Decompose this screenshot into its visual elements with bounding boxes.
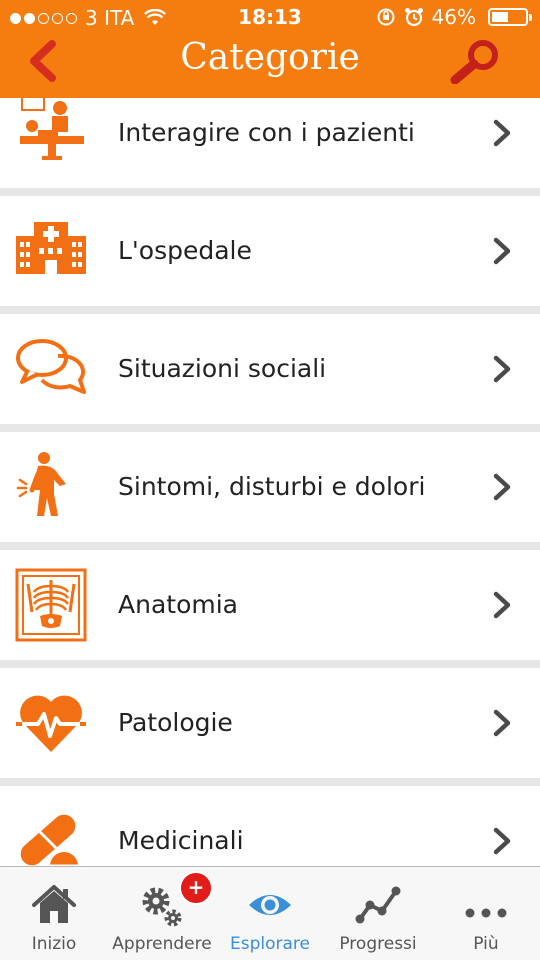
tab-label: Esplorare <box>230 934 310 954</box>
search-button[interactable] <box>446 38 506 84</box>
category-row-interagire[interactable]: Interagire con i pazienti <box>0 98 540 188</box>
chevron-right-icon <box>493 827 511 855</box>
alarm-icon <box>404 8 423 27</box>
category-label: Anatomia <box>118 590 238 619</box>
category-list: Interagire con i pazienti L'ospedale Sit… <box>0 98 540 866</box>
category-label: L'ospedale <box>118 236 252 265</box>
chevron-right-icon <box>493 709 511 737</box>
hospital-building-icon <box>16 222 86 274</box>
category-label: Situazioni sociali <box>118 354 327 383</box>
category-row-situazioni-sociali[interactable]: Situazioni sociali <box>0 314 540 424</box>
category-label: Interagire con i pazienti <box>118 118 415 147</box>
notification-badge: + <box>179 871 213 905</box>
progress-chart-icon <box>355 886 401 924</box>
category-row-anatomia[interactable]: Anatomia <box>0 550 540 660</box>
person-pain-icon <box>16 452 66 516</box>
battery-percent: 46% <box>431 5 476 29</box>
tab-label: Progressi <box>339 934 417 954</box>
category-row-ospedale[interactable]: L'ospedale <box>0 196 540 306</box>
tab-inizio[interactable]: Inizio <box>0 867 108 960</box>
battery-icon <box>488 8 532 26</box>
category-label: Sintomi, disturbi e dolori <box>118 472 426 501</box>
category-row-sintomi[interactable]: Sintomi, disturbi e dolori <box>0 432 540 542</box>
more-dots-icon <box>465 908 507 918</box>
category-label: Medicinali <box>118 826 244 855</box>
header-bar: 3 ITA 18:13 46% Categorie <box>0 0 540 98</box>
status-bar: 3 ITA 18:13 46% <box>0 0 540 34</box>
heart-pulse-icon <box>16 695 86 752</box>
category-label: Patologie <box>118 708 233 737</box>
speech-bubbles-icon <box>16 339 86 394</box>
chevron-right-icon <box>493 473 511 501</box>
app-screen: 3 ITA 18:13 46% Categorie Interagire con… <box>0 0 540 960</box>
dentist-patient-icon <box>20 98 84 160</box>
tab-esplorare[interactable]: Esplorare <box>216 867 324 960</box>
chevron-right-icon <box>493 355 511 383</box>
status-right: 46% <box>376 5 532 29</box>
chevron-right-icon <box>493 237 511 265</box>
eye-icon <box>249 895 291 915</box>
xray-skeleton-icon <box>15 568 87 642</box>
rotation-lock-icon <box>377 8 395 26</box>
tab-label: Più <box>473 934 499 954</box>
pills-icon <box>20 814 78 866</box>
category-row-patologie[interactable]: Patologie <box>0 668 540 778</box>
chevron-right-icon <box>493 119 511 147</box>
category-row-medicinali[interactable]: Medicinali <box>0 786 540 866</box>
tab-piu[interactable]: Più <box>432 867 540 960</box>
tab-label: Apprendere <box>112 934 212 954</box>
tab-bar: Inizio Apprendere Esplorare Progressi Pi… <box>0 866 540 960</box>
home-icon <box>32 885 76 923</box>
tab-progressi[interactable]: Progressi <box>324 867 432 960</box>
tab-label: Inizio <box>31 934 77 954</box>
chevron-right-icon <box>493 591 511 619</box>
